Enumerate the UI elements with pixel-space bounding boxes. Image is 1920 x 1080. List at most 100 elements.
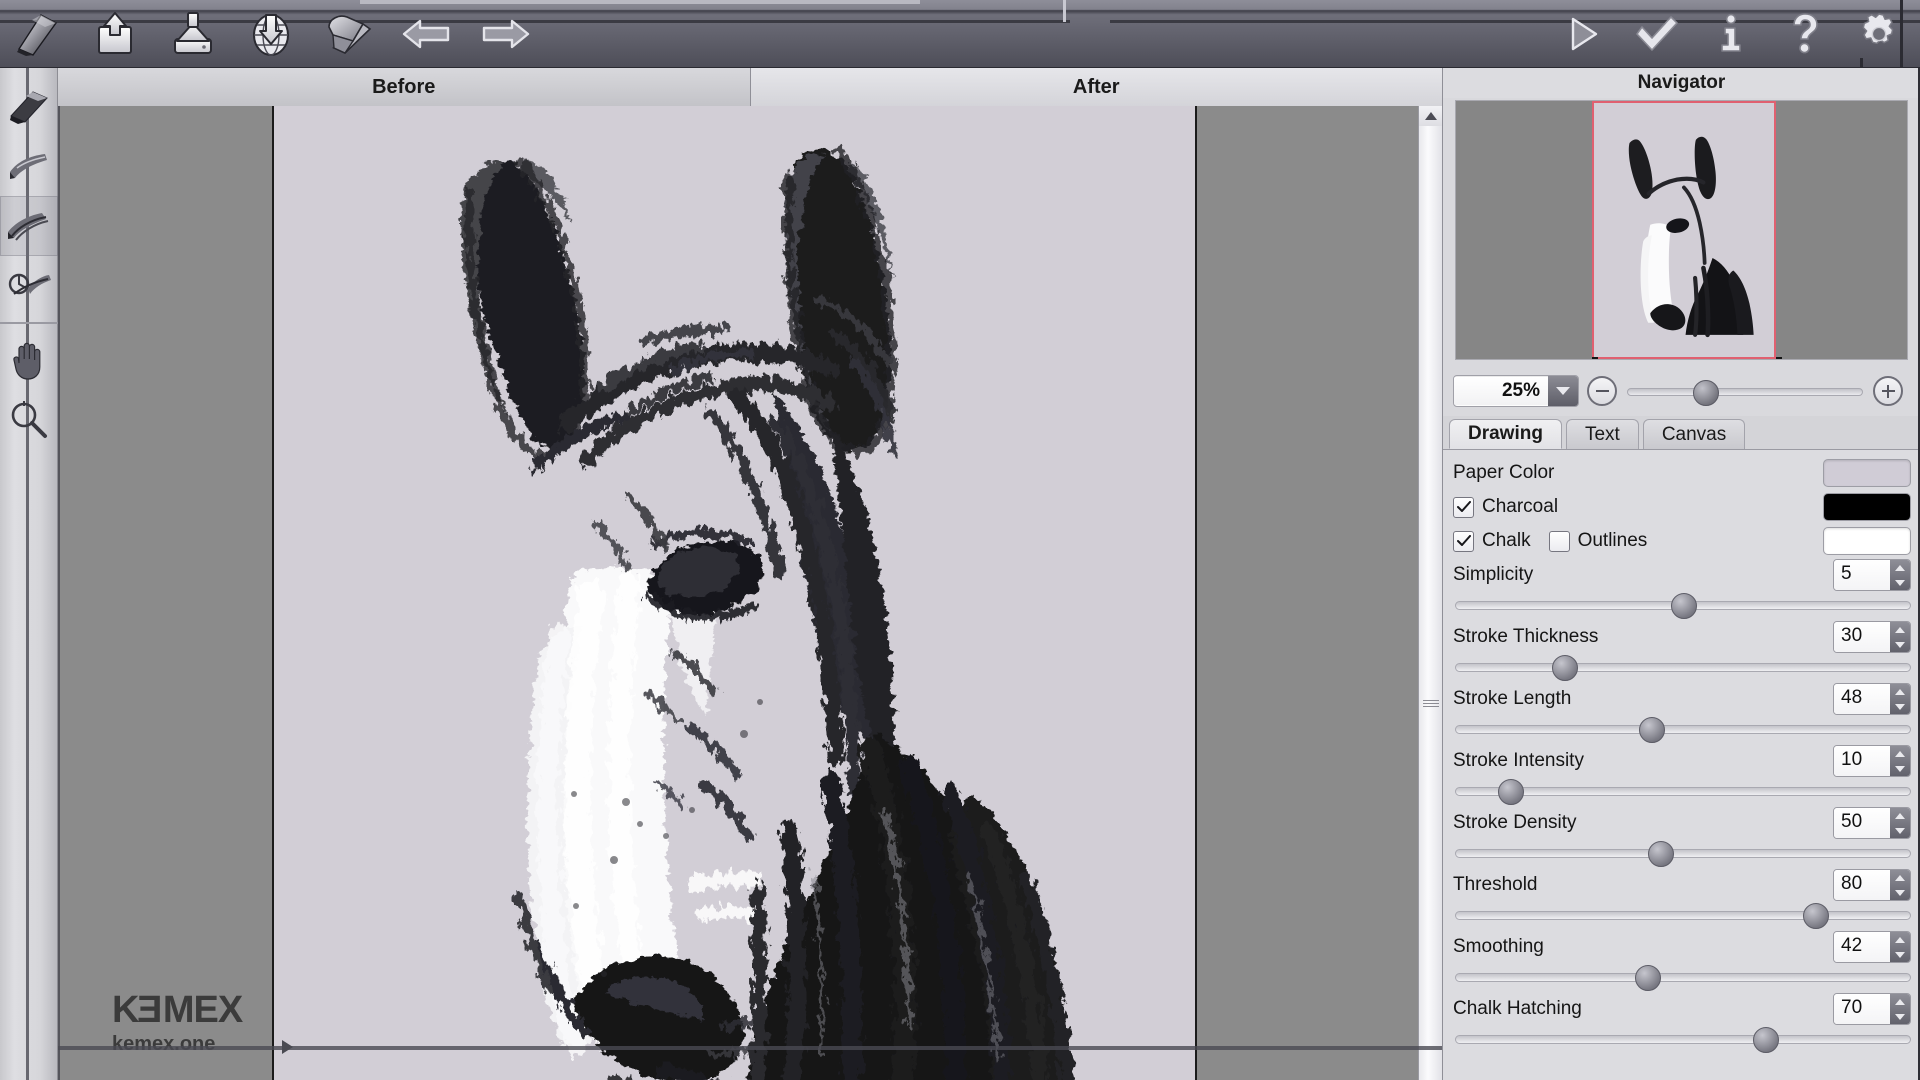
chalk-label: Chalk	[1482, 530, 1531, 551]
stroke-density-slider[interactable]	[1455, 840, 1911, 867]
threshold-stepper[interactable]: 80	[1833, 869, 1911, 901]
stroke-length-stepper[interactable]: 48	[1833, 683, 1911, 715]
threshold-spinner[interactable]	[1890, 870, 1910, 900]
smoothing-stepper[interactable]: 42	[1833, 931, 1911, 963]
tab-canvas[interactable]: Canvas	[1642, 419, 1746, 449]
tab-after[interactable]: After	[750, 68, 1442, 106]
color-picker-tool[interactable]	[0, 256, 58, 316]
stroke-density-spinner[interactable]	[1890, 808, 1910, 838]
smoothing-spinner[interactable]	[1890, 932, 1910, 962]
slider-knob[interactable]	[1634, 965, 1661, 991]
check-icon[interactable]	[1634, 11, 1680, 57]
back-arrow-icon[interactable]	[398, 5, 456, 63]
simplicity-row: Simplicity 5	[1453, 558, 1913, 592]
spinner-up-icon[interactable]	[1890, 746, 1910, 761]
chalk-hatching-slider[interactable]	[1455, 1026, 1911, 1053]
stroke-intensity-label: Stroke Intensity	[1453, 750, 1584, 771]
scroll-up-icon[interactable]	[1419, 106, 1443, 126]
canvas-viewport[interactable]: KEMEX kemex.one	[58, 106, 1418, 1080]
spinner-down-icon[interactable]	[1890, 1009, 1910, 1024]
simplicity-stepper[interactable]: 5	[1833, 559, 1911, 591]
navigator-preview[interactable]	[1455, 100, 1908, 360]
slider-track	[1455, 1035, 1911, 1044]
chevron-down-icon[interactable]	[1548, 376, 1578, 406]
paper-color-swatch[interactable]	[1823, 459, 1911, 487]
tab-text[interactable]: Text	[1565, 419, 1639, 449]
help-icon[interactable]	[1782, 11, 1828, 57]
watermark-brand: KEMEX	[112, 989, 243, 1031]
charcoal-checkbox[interactable]	[1453, 496, 1474, 518]
spinner-down-icon[interactable]	[1890, 947, 1910, 962]
stroke-length-slider[interactable]	[1455, 716, 1911, 743]
stroke-thickness-stepper[interactable]: 30	[1833, 621, 1911, 653]
paper-color-row: Paper Color	[1453, 456, 1913, 490]
slider-knob[interactable]	[1753, 1027, 1780, 1053]
chalk-hatching-spinner[interactable]	[1890, 994, 1910, 1024]
stroke-density-stepper[interactable]: 50	[1833, 807, 1911, 839]
zoom-in-button[interactable]	[1873, 376, 1903, 406]
chalk-tool[interactable]	[0, 136, 58, 196]
info-icon[interactable]	[1708, 11, 1754, 57]
charcoal-color-swatch[interactable]	[1823, 493, 1911, 521]
chalk-color-swatch[interactable]	[1823, 527, 1911, 555]
simplicity-spinner[interactable]	[1890, 560, 1910, 590]
navigator-handle-left[interactable]	[1592, 357, 1598, 359]
open-file-icon[interactable]	[86, 5, 144, 63]
hand-tool[interactable]	[0, 330, 58, 390]
tab-before[interactable]: Before	[58, 68, 751, 106]
stroke-intensity-stepper[interactable]: 10	[1833, 745, 1911, 777]
toolbar-right-group	[1560, 0, 1902, 68]
navigator-handle-right[interactable]	[1776, 357, 1782, 359]
zoom-slider-knob[interactable]	[1693, 380, 1720, 406]
slider-knob[interactable]	[1497, 779, 1524, 805]
tab-drawing[interactable]: Drawing	[1449, 419, 1562, 449]
spinner-up-icon[interactable]	[1890, 684, 1910, 699]
spinner-up-icon[interactable]	[1890, 808, 1910, 823]
save-file-icon[interactable]	[164, 5, 222, 63]
spinner-down-icon[interactable]	[1890, 885, 1910, 900]
spinner-down-icon[interactable]	[1890, 761, 1910, 776]
threshold-slider[interactable]	[1455, 902, 1911, 929]
zoom-out-button[interactable]	[1587, 376, 1617, 406]
chalk-hatching-stepper[interactable]: 70	[1833, 993, 1911, 1025]
slider-knob[interactable]	[1552, 655, 1579, 681]
stroke-intensity-slider[interactable]	[1455, 778, 1911, 805]
spinner-down-icon[interactable]	[1890, 699, 1910, 714]
spinner-down-icon[interactable]	[1890, 823, 1910, 838]
canvas-vertical-scrollbar[interactable]	[1418, 106, 1443, 1080]
chalk-checkbox[interactable]	[1453, 530, 1474, 552]
canvas-horizontal-scrollbar[interactable]	[58, 1046, 1442, 1050]
forward-arrow-icon[interactable]	[476, 5, 534, 63]
spinner-up-icon[interactable]	[1890, 994, 1910, 1009]
stroke-thickness-slider[interactable]	[1455, 654, 1911, 681]
spinner-up-icon[interactable]	[1890, 932, 1910, 947]
threshold-row: Threshold 80	[1453, 868, 1913, 902]
spinner-up-icon[interactable]	[1890, 622, 1910, 637]
slider-knob[interactable]	[1803, 903, 1830, 929]
gear-icon[interactable]	[1856, 11, 1902, 57]
simplicity-slider[interactable]	[1455, 592, 1911, 619]
slider-knob[interactable]	[1639, 717, 1666, 743]
spinner-down-icon[interactable]	[1890, 575, 1910, 590]
scrollbar-grip[interactable]	[1423, 698, 1439, 707]
play-icon[interactable]	[1560, 11, 1606, 57]
spinner-up-icon[interactable]	[1890, 560, 1910, 575]
stroke-thickness-spinner[interactable]	[1890, 622, 1910, 652]
stroke-length-spinner[interactable]	[1890, 684, 1910, 714]
charcoal-tool[interactable]	[0, 76, 58, 136]
slider-knob[interactable]	[1671, 593, 1697, 619]
zoom-tool[interactable]	[0, 390, 58, 450]
outlines-checkbox[interactable]	[1548, 530, 1570, 552]
zoom-level-select[interactable]: 25%	[1453, 375, 1579, 407]
smudge-tool[interactable]	[0, 196, 58, 256]
scroll-right-icon[interactable]	[282, 1040, 293, 1054]
right-panel: Navigator 25% Drawing Text Canvas Paper …	[1442, 68, 1920, 1080]
download-web-icon[interactable]	[242, 5, 300, 63]
spinner-up-icon[interactable]	[1890, 870, 1910, 885]
spinner-down-icon[interactable]	[1890, 637, 1910, 652]
zoom-slider[interactable]	[1627, 378, 1863, 406]
slider-knob[interactable]	[1648, 841, 1675, 867]
smoothing-slider[interactable]	[1455, 964, 1911, 991]
eraser-icon[interactable]	[320, 5, 378, 63]
stroke-intensity-spinner[interactable]	[1890, 746, 1910, 776]
